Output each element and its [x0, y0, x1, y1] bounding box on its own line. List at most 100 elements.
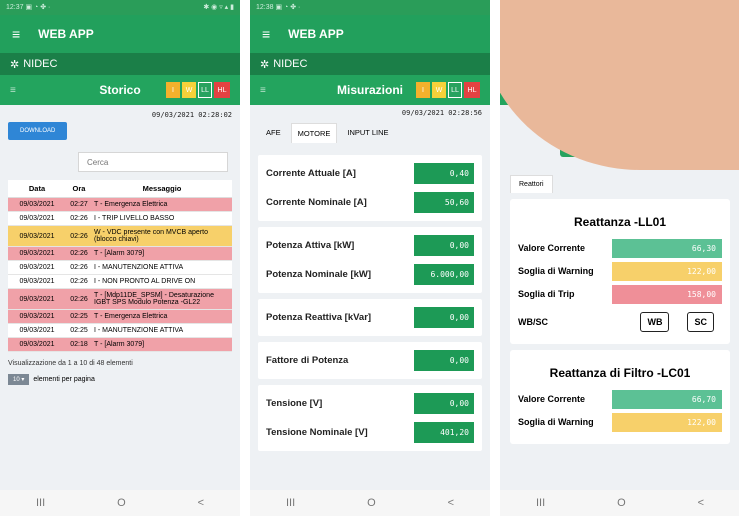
download-button[interactable]: DOWNLOAD: [8, 122, 68, 140]
home-button[interactable]: O: [367, 497, 376, 509]
trip-threshold: 158,00: [612, 285, 722, 304]
per-page-select[interactable]: 10 ▾: [8, 374, 30, 385]
hamburger-menu-icon[interactable]: ≡: [262, 26, 270, 42]
measurement-tabs: AFE MOTORE INPUT LINE: [250, 117, 490, 143]
card-title: Reattanza di Filtro -LC01: [549, 366, 691, 380]
android-nav-bar: III O <: [0, 490, 240, 516]
table-row[interactable]: 09/03/2021 02:26 T - [Mdp11DE_SPSM] - Desa…: [8, 288, 232, 310]
status-right: ✱ ◉ ▿ ▴ ▮: [203, 4, 234, 11]
measurement-row: Potenza Reattiva [kVar] 0,00: [266, 303, 474, 332]
measurement-label: Potenza Reattiva [kVar]: [266, 311, 372, 323]
measurement-value: 401,20: [414, 422, 474, 443]
row-date: 09/03/2021: [8, 337, 66, 352]
home-button[interactable]: O: [617, 497, 626, 509]
search-input[interactable]: [78, 152, 228, 172]
per-page-label: elementi per pagina: [33, 376, 95, 383]
reactor-card-ll01: Reattanza -LL01 Valore Corrente 66,30 Sog…: [510, 199, 730, 344]
badge-ll[interactable]: LL: [198, 82, 212, 98]
tab-input-line[interactable]: INPUT LINE: [341, 123, 394, 143]
sc-button[interactable]: SC: [687, 312, 714, 332]
recent-apps-button[interactable]: III: [286, 497, 295, 509]
alarm-badges: I W LL HL: [416, 82, 480, 98]
phone-storico: 12:37 ▣ ◔ ✤ · ✱ ◉ ▿ ▴ ▮ ≡ WEB APP ✲ NIDEC ≡…: [0, 0, 240, 516]
measurement-label: Tensione [V]: [266, 397, 323, 409]
badge-w[interactable]: W: [182, 82, 196, 98]
measurement-card: Potenza Reattiva [kVar] 0,00: [258, 299, 482, 336]
measurement-label: Corrente Attuale [A]: [266, 167, 356, 179]
warning-threshold-label: Soglia di Warning: [518, 266, 594, 277]
section-menu-icon[interactable]: ≡: [10, 85, 16, 96]
measurement-label: Potenza Nominale [kW]: [266, 268, 372, 280]
timestamp: 09/03/2021 02:28:02: [151, 111, 232, 119]
section-menu-icon[interactable]: ≡: [260, 85, 266, 96]
back-button[interactable]: <: [698, 497, 704, 509]
row-message: T - [Alarm 3079]: [92, 337, 232, 352]
recent-apps-button[interactable]: III: [536, 497, 545, 509]
row-message: I - TRIP LIVELLO BASSO: [92, 211, 232, 226]
section-bar: ≡ Misurazioni I W LL HL: [250, 75, 490, 105]
tab-reattori[interactable]: Reattori: [510, 175, 553, 193]
table-row[interactable]: 09/03/2021 02:25 T - Emergenza Elettrica: [8, 309, 232, 324]
row-date: 09/03/2021: [8, 309, 66, 324]
table-row[interactable]: 09/03/2021 02:26 I - NON PRONTO AL DRIVE O…: [8, 274, 232, 289]
badge-i[interactable]: I: [416, 82, 430, 98]
brand-bar: ✲ NIDEC: [250, 53, 490, 75]
brand-name: NIDEC: [273, 58, 308, 70]
history-table: Data Ora Messaggio 09/03/2021 02:27 T - Em…: [8, 180, 232, 352]
card-title: Reattanza -LL01: [573, 215, 667, 229]
recent-apps-button[interactable]: III: [36, 497, 45, 509]
row-date: 09/03/2021: [8, 274, 66, 289]
home-button[interactable]: O: [117, 497, 126, 509]
row-time: 02:25: [66, 309, 92, 324]
android-nav-bar: III O <: [500, 490, 739, 516]
measurement-row: Potenza Nominale [kW] 6.000,00: [266, 260, 474, 289]
row-message: T - [Alarm 3079]: [92, 246, 232, 261]
gear-logo-icon: ✲: [10, 58, 20, 71]
app-bar: ≡ WEB APP: [250, 15, 490, 53]
measurement-label: Fattore di Potenza: [266, 354, 349, 366]
measurement-value: 0,00: [414, 350, 474, 371]
row-date: 09/03/2021: [8, 211, 66, 226]
app-bar: ≡ WEB APP: [0, 15, 240, 53]
table-row[interactable]: 09/03/2021 02:18 T - [Alarm 3079]: [8, 337, 232, 352]
tab-motore[interactable]: MOTORE: [290, 123, 338, 143]
col-time[interactable]: Ora: [66, 180, 92, 198]
table-row[interactable]: 09/03/2021 02:25 I - MANUTENZIONE ATTIVA: [8, 323, 232, 338]
badge-ll[interactable]: LL: [448, 82, 462, 98]
row-message: I - MANUTENZIONE ATTIVA: [92, 260, 232, 275]
measurement-card: Corrente Attuale [A] 0,40 Corrente Nominal…: [258, 155, 482, 221]
col-date[interactable]: Data: [8, 180, 66, 198]
status-bar: 12:38 ▣ ◔ ✤ ·: [250, 0, 490, 15]
row-date: 09/03/2021: [8, 197, 66, 212]
table-row[interactable]: 09/03/2021 02:26 T - [Alarm 3079]: [8, 246, 232, 261]
badge-w[interactable]: W: [432, 82, 446, 98]
col-message[interactable]: Messaggio: [92, 180, 232, 198]
reactor-card-lc01: Reattanza di Filtro -LC01 Valore Corrent…: [510, 350, 730, 444]
status-bar: 12:37 ▣ ◔ ✤ · ✱ ◉ ▿ ▴ ▮: [0, 0, 240, 15]
table-row[interactable]: 09/03/2021 02:27 T - Emergenza Elettrica: [8, 197, 232, 212]
row-time: 02:26: [66, 288, 92, 310]
app-title: WEB APP: [38, 27, 94, 41]
android-nav-bar: III O <: [250, 490, 490, 516]
row-time: 02:26: [66, 211, 92, 226]
table-row[interactable]: 09/03/2021 02:26 W - VDC presente con MVCB…: [8, 225, 232, 247]
badge-i[interactable]: I: [166, 82, 180, 98]
wb-button[interactable]: WB: [640, 312, 670, 332]
measurement-card: Tensione [V] 0,00 Tensione Nominale [V] 401…: [258, 385, 482, 451]
table-row[interactable]: 09/03/2021 02:26 I - TRIP LIVELLO BASSO: [8, 211, 232, 226]
measurement-value: 0,40: [414, 163, 474, 184]
back-button[interactable]: <: [198, 497, 204, 509]
current-value: 66,30: [612, 239, 722, 258]
badge-hl[interactable]: HL: [214, 82, 230, 98]
section-bar: ≡ Storico I W LL HL: [0, 75, 240, 105]
row-time: 02:26: [66, 246, 92, 261]
history-content: 09/03/2021 02:28:02 DOWNLOAD Data Ora Me…: [0, 105, 240, 391]
tab-afe[interactable]: AFE: [260, 123, 287, 143]
badge-hl[interactable]: HL: [464, 82, 480, 98]
row-date: 09/03/2021: [8, 288, 66, 310]
measurement-label: Corrente Nominale [A]: [266, 196, 367, 208]
back-button[interactable]: <: [448, 497, 454, 509]
hamburger-menu-icon[interactable]: ≡: [12, 26, 20, 42]
row-time: 02:26: [66, 274, 92, 289]
table-row[interactable]: 09/03/2021 02:26 I - MANUTENZIONE ATTIVA: [8, 260, 232, 275]
